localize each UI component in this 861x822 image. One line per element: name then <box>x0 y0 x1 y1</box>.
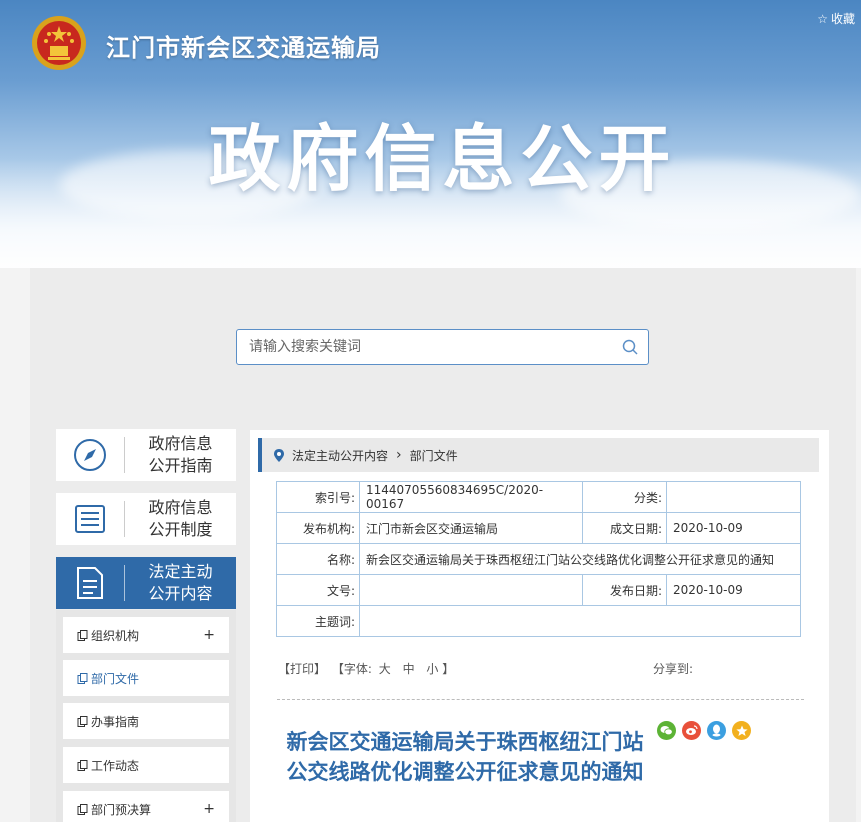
category-value <box>666 481 801 513</box>
banner-title: 政府信息公开 <box>208 117 677 201</box>
category-label: 分类: <box>582 481 667 513</box>
nav-label: 法定主动 公开内容 <box>125 561 236 605</box>
nav-label-line2: 公开制度 <box>148 520 213 539</box>
doc-number-value <box>359 574 583 606</box>
weibo-icon[interactable] <box>682 721 701 740</box>
copy-icon <box>77 803 88 815</box>
published-date-label: 发布日期: <box>582 574 667 606</box>
nav-label: 政府信息 公开指南 <box>125 433 236 477</box>
font-size-suffix: 】 <box>442 662 455 676</box>
nav-label-line1: 法定主动 <box>148 562 213 581</box>
font-large-button[interactable]: 大 <box>379 662 391 676</box>
table-row: 发布机构: 江门市新会区交通运输局 成文日期: 2020-10-09 <box>276 512 801 544</box>
subnav-item-department-docs[interactable]: 部门文件 <box>63 660 229 696</box>
publisher-label: 发布机构: <box>276 512 360 544</box>
search-icon[interactable] <box>612 329 648 365</box>
national-emblem-logo <box>30 14 88 72</box>
nav-label-line1: 政府信息 <box>148 498 213 517</box>
subnav-label: 办事指南 <box>91 714 140 729</box>
star-icon: ☆ <box>817 11 828 26</box>
qq-icon[interactable] <box>707 721 726 740</box>
print-button[interactable]: 【打印】 <box>278 662 326 676</box>
font-small-button[interactable]: 小 <box>426 662 438 676</box>
index-value: 11440705560834695C/2020-00167 <box>359 481 583 513</box>
copy-icon <box>77 629 88 641</box>
table-row: 索引号: 11440705560834695C/2020-00167 分类: <box>276 481 801 513</box>
index-label: 索引号: <box>276 481 360 513</box>
published-date-value: 2020-10-09 <box>666 574 801 606</box>
divider <box>277 699 804 700</box>
name-label: 名称: <box>276 543 360 575</box>
favorite-button[interactable]: ☆ 收藏 <box>817 10 855 27</box>
nav-disclosure-system[interactable]: 政府信息 公开制度 <box>56 493 236 545</box>
font-size-prefix: 【字体: <box>331 662 372 676</box>
subnav-item-service-guide[interactable]: 办事指南 <box>63 703 229 739</box>
nav-label-line2: 公开内容 <box>148 584 213 603</box>
subnav-item-budget[interactable]: 部门预决算 + <box>63 791 229 822</box>
created-date-label: 成文日期: <box>582 512 667 544</box>
breadcrumb-link-statutory[interactable]: 法定主动公开内容 <box>292 447 388 464</box>
nav-label-line2: 公开指南 <box>148 456 213 475</box>
search-input[interactable] <box>237 330 612 364</box>
expand-icon[interactable]: + <box>203 801 215 817</box>
document-metadata-table: 索引号: 11440705560834695C/2020-00167 分类: 发… <box>276 481 801 637</box>
publisher-value: 江门市新会区交通运输局 <box>359 512 583 544</box>
name-value: 新会区交通运输局关于珠西枢纽江门站公交线路优化调整公开征求意见的通知 <box>359 543 801 575</box>
breadcrumb-link-department-docs[interactable]: 部门文件 <box>410 447 458 464</box>
keywords-value <box>359 605 801 637</box>
table-row: 名称: 新会区交通运输局关于珠西枢纽江门站公交线路优化调整公开征求意见的通知 <box>276 543 801 575</box>
expand-icon[interactable]: + <box>203 627 215 643</box>
doc-number-label: 文号: <box>276 574 360 606</box>
subnav-item-work-news[interactable]: 工作动态 <box>63 747 229 783</box>
table-row: 文号: 发布日期: 2020-10-09 <box>276 574 801 606</box>
keywords-label: 主题词: <box>276 605 360 637</box>
subnav-label: 组织机构 <box>91 628 140 643</box>
subnav-item-organization[interactable]: 组织机构 + <box>63 617 229 653</box>
chevron-right-icon: › <box>396 447 402 463</box>
table-row: 主题词: <box>276 605 801 637</box>
copy-icon <box>77 759 88 771</box>
document-tools: 【打印】 【字体: 大 中 小 】 <box>278 660 454 677</box>
subnav-label: 部门预决算 <box>91 802 152 817</box>
list-icon <box>56 493 124 545</box>
created-date-value: 2020-10-09 <box>666 512 801 544</box>
nav-label-line1: 政府信息 <box>148 434 213 453</box>
document-icon <box>56 557 124 609</box>
location-pin-icon <box>274 448 284 462</box>
wechat-icon[interactable] <box>657 721 676 740</box>
favorite-label: 收藏 <box>830 12 855 26</box>
site-title: 江门市新会区交通运输局 <box>106 34 381 62</box>
subnav-label: 部门文件 <box>91 671 140 686</box>
copy-icon <box>77 672 88 684</box>
subnav-label: 工作动态 <box>91 758 140 773</box>
search-box <box>236 329 649 365</box>
nav-disclosure-guide[interactable]: 政府信息 公开指南 <box>56 429 236 481</box>
qzone-icon[interactable] <box>732 721 751 740</box>
nav-label: 政府信息 公开制度 <box>125 497 236 541</box>
share-label: 分享到: <box>653 662 694 676</box>
breadcrumb: 法定主动公开内容 › 部门文件 <box>258 438 819 472</box>
compass-icon <box>56 429 124 481</box>
copy-icon <box>77 715 88 727</box>
document-title: 新会区交通运输局关于珠西枢纽江门站公交线路优化调整公开征求意见的通知 <box>286 730 644 784</box>
font-medium-button[interactable]: 中 <box>403 662 415 676</box>
share-icons <box>657 721 751 740</box>
nav-statutory-content[interactable]: 法定主动 公开内容 <box>56 557 236 609</box>
